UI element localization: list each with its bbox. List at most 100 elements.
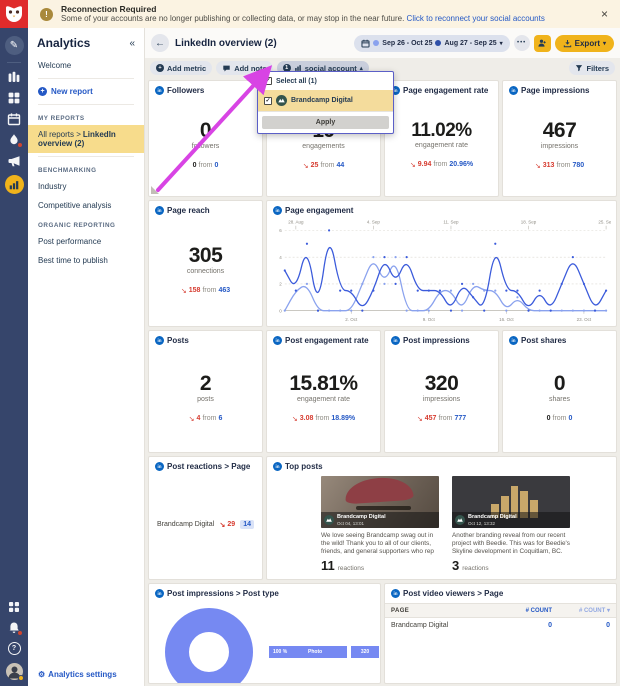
download-icon [563,39,571,47]
top-post-2[interactable]: Brandcamp Digital Oct 12, 13:32 Another … [452,476,570,573]
select-all-label: Select all (1) [276,77,317,85]
sidebar-item-competitive-analysis[interactable]: Competitive analysis [28,196,144,215]
row-page-name: Brandcamp Digital [391,622,449,629]
card-title: Post reactions > Page [167,462,251,471]
row-count-current[interactable]: 0 [494,622,552,629]
reconnect-link[interactable]: Click to reconnect your social accounts [407,14,545,23]
sidebar-item-industry[interactable]: Industry [28,177,144,196]
post-image: Brandcamp Digital Oct 12, 13:32 [452,476,570,528]
compare-date-range: Aug 27 - Sep 25 [444,39,497,47]
notifications-bell-icon[interactable] [7,621,23,636]
funnel-icon [576,65,583,72]
table-row: Brandcamp Digital 0 0 [385,618,616,633]
metric-value: 320 [424,371,459,395]
checkbox-checked[interactable]: ✓ [264,77,272,85]
share-report-button[interactable] [533,34,551,52]
filters-button[interactable]: Filters [569,61,615,75]
benchmarking-header: BENCHMARKING [38,167,97,174]
apps-icon[interactable] [7,600,21,614]
post-account: Brandcamp Digital [337,514,386,520]
calendar-icon[interactable] [7,112,21,126]
post-overlay: Brandcamp Digital Oct 12, 13:32 [452,512,570,528]
post-shares-card[interactable]: in Post shares 0 shares 0 from 0 [502,330,617,453]
post-impressions-card[interactable]: in Post impressions 320 impressions ↘ 457 f… [384,330,499,453]
add-metric-label: Add metric [167,63,207,73]
top-posts-card[interactable]: in Top posts Brandcamp Digital Oct 04, 13… [266,456,617,580]
report-canvas: inFollowers 0 followers 0from0 19 engage… [145,78,620,686]
card-title: Page engagement [285,206,354,215]
sidebar-item-welcome[interactable]: Welcome [28,56,144,75]
sidebar-item-active-report[interactable]: All reports > LinkedIn overview (2) [28,125,144,153]
post-engagement-rate-card[interactable]: in Post engagement rate 15.81% engagement… [266,330,381,453]
analytics-icon[interactable] [4,175,24,194]
add-metric-button[interactable]: + Add metric [150,61,213,75]
account-option-brandcamp[interactable]: ✓ Brandcamp Digital [258,90,393,111]
more-options-button[interactable]: ••• [513,35,530,51]
column-count-compare[interactable]: # COUNT ▾ [552,607,610,614]
chevron-down-icon: ▾ [602,40,606,47]
banner-title: Reconnection Required [61,3,157,14]
streams-icon[interactable] [7,70,21,84]
export-button[interactable]: Export ▾ [554,34,614,52]
help-icon[interactable]: ? [7,642,21,656]
compare-range-dot [435,40,442,46]
trend-down-icon: ↘ [409,161,416,169]
linkedin-icon: in [155,86,164,95]
gear-icon: ⚙ [38,670,46,679]
planner-icon[interactable] [7,91,21,105]
card-title: Page impressions [521,86,590,95]
card-resize-handle[interactable] [151,186,159,194]
trend-down-icon: ↘ [291,415,298,423]
analytics-settings-button[interactable]: ⚙ Analytics settings [38,670,117,679]
post-type-donut-card[interactable]: in Post impressions > Post type 100 % Pho… [148,583,381,684]
metric-body: 0 followers 0 from 0 [149,99,262,190]
hootsuite-logo[interactable] [0,0,28,28]
filters-label: Filters [586,63,609,73]
sidebar-item-best-time-to-publish[interactable]: Best time to publish [28,251,144,270]
sidebar-item-post-performance[interactable]: Post performance [28,232,144,251]
metric-body: 15.81% engagement rate ↘ 3.08 from 18.89% [267,349,380,446]
advertise-icon[interactable] [7,154,21,168]
checkbox-checked[interactable]: ✓ [264,96,272,105]
card-title: Page reach [167,206,210,215]
column-count-current[interactable]: # COUNT [494,608,552,614]
report-header: ← LinkedIn overview (2) Sep 26 - Oct 25 … [145,28,620,58]
metric-value: 2 [199,371,212,395]
linkedin-icon: in [155,462,164,471]
post-account: Brandcamp Digital [468,514,517,520]
page-engagement-rate-card[interactable]: in Page engagement rate 11.02% engagement… [384,80,499,197]
posts-card[interactable]: in Posts 2 posts ↘ 4 from 6 [148,330,263,453]
glasses-graphic [356,505,411,511]
row-count-compare[interactable]: 0 [552,622,610,629]
back-button[interactable]: ← [151,34,169,52]
video-viewers-card[interactable]: in Post video viewers > Page PAGE # COUNT… [384,583,617,684]
current-range-dot [373,40,380,46]
card-title: Post impressions [403,336,470,345]
divider [38,156,134,157]
select-all-option[interactable]: ✓ Select all (1) [258,72,393,90]
top-post-1[interactable]: Brandcamp Digital Oct 04, 13:01 We love … [321,476,439,573]
date-range-picker[interactable]: Sep 26 - Oct 25 Aug 27 - Sep 25 ▾ [354,34,510,52]
trend-down-icon: ↘ [219,521,226,529]
chevron-down-icon: ▾ [499,40,503,47]
metric-unit: followers [191,143,220,150]
svg-text:16. Oct: 16. Oct [499,317,514,322]
followers-card[interactable]: in Followers 0 followers 0 from 0 [148,80,263,197]
svg-text:9. Oct: 9. Oct [423,317,436,322]
page-impressions-card[interactable]: in Page impressions 467 impressions ↘ 313 f… [502,80,617,197]
svg-text:23. Oct: 23. Oct [577,317,592,322]
account-avatar[interactable] [5,663,24,681]
card-title: Page engagement rate [403,86,489,95]
page-engagement-chart-card[interactable]: in Page engagement 0 2 4 6 28. Aug 4. Sep 11. S… [266,200,617,327]
collapse-sidebar-icon[interactable]: « [129,38,135,49]
analytics-dashboard: { "colors": { "brand_red": "#DF2B2B", "r… [0,0,620,686]
compose-icon[interactable]: ✎ [4,36,24,55]
new-report-button[interactable]: + New report [28,82,144,101]
page-reach-card[interactable]: in Page reach 305 connections ↘ 158 from 463 [148,200,263,327]
apply-button[interactable]: Apply [262,116,389,129]
post-reactions-card[interactable]: in Post reactions > Page Brandcamp Digita… [148,456,263,580]
close-icon[interactable]: × [601,7,608,21]
engage-icon[interactable] [7,133,23,148]
table-header: PAGE # COUNT # COUNT ▾ [385,603,616,618]
divider [38,78,134,79]
